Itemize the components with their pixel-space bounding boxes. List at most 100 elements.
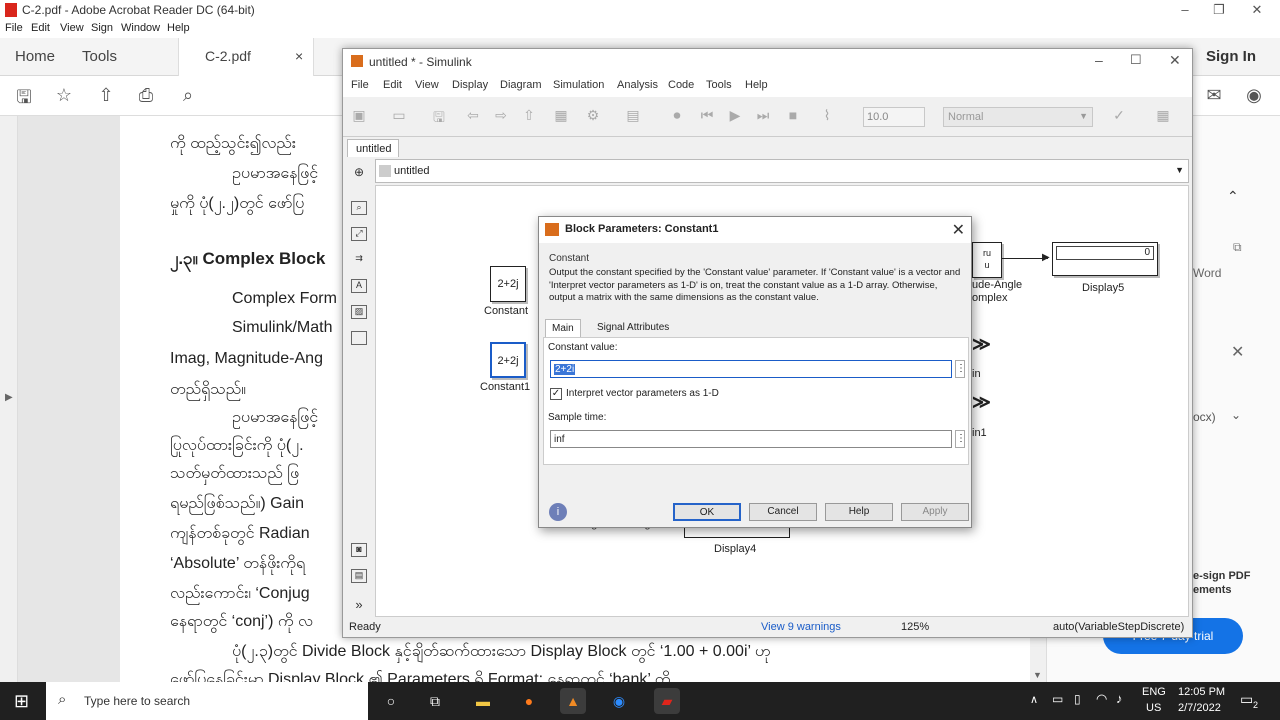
apply-button[interactable]: Apply — [901, 503, 969, 521]
restore-icon[interactable]: ❐ — [1202, 0, 1236, 20]
sim-menu-simulation[interactable]: Simulation — [553, 79, 604, 91]
tab-main[interactable]: Main — [545, 319, 581, 337]
windows-start-icon[interactable]: ⊞ — [14, 691, 29, 712]
area-icon[interactable] — [351, 331, 367, 345]
sim-menu-diagram[interactable]: Diagram — [500, 79, 542, 91]
menu-edit[interactable]: Edit — [31, 22, 50, 34]
solver-status[interactable]: auto(VariableStepDiscrete) — [1053, 621, 1184, 633]
zoom-icon[interactable]: ⌕ — [351, 201, 367, 215]
image-icon[interactable]: ▨ — [351, 305, 367, 319]
menu-view[interactable]: View — [60, 22, 84, 34]
wifi-icon[interactable]: ◠ — [1096, 691, 1107, 707]
volume-icon[interactable]: ♪ — [1116, 691, 1123, 706]
fit-view-icon[interactable]: ⤢ — [351, 227, 367, 241]
sim-menu-view[interactable]: View — [415, 79, 439, 91]
scope-icon[interactable]: ⌇ — [817, 107, 837, 127]
sim-menu-file[interactable]: File — [351, 79, 369, 91]
hide-browser-icon[interactable]: ⊕ — [351, 165, 367, 179]
stop-time-field[interactable]: 10.0 — [863, 107, 925, 127]
tab-document[interactable]: C-2.pdf × — [178, 38, 314, 76]
task-view-icon[interactable]: ⧉ — [422, 688, 448, 714]
menu-file[interactable]: File — [5, 22, 23, 34]
clear-icon[interactable]: ✕ — [1231, 342, 1244, 362]
grid-icon[interactable]: ▦ — [1153, 107, 1173, 127]
acrobat-icon[interactable]: ▰ — [654, 688, 680, 714]
menu-sign[interactable]: Sign — [91, 22, 113, 34]
constant-block[interactable]: 2+2j — [490, 266, 526, 302]
check-icon[interactable]: ✓ — [1109, 107, 1129, 127]
search-icon[interactable]: ⌕ — [176, 85, 200, 107]
minimize-icon[interactable]: – — [1168, 0, 1202, 20]
camera-icon[interactable]: ◙ — [351, 543, 367, 557]
table-icon[interactable]: ▤ — [351, 569, 367, 583]
show-hidden-icons[interactable]: ∧ — [1030, 693, 1038, 706]
print-icon[interactable]: ⎙ — [134, 85, 158, 107]
sign-in-button[interactable]: Sign In — [1206, 48, 1256, 65]
library-icon[interactable]: ▦ — [551, 107, 571, 127]
upload-icon[interactable]: ⇧ — [94, 85, 118, 107]
run-icon[interactable]: ▶ — [725, 107, 745, 127]
zoom-app-icon[interactable]: ◉ — [606, 688, 632, 714]
expand-arrow-icon[interactable]: ▶ — [5, 392, 13, 403]
language-indicator[interactable]: ENG — [1142, 686, 1166, 698]
notifications-icon[interactable]: ▭ — [1240, 691, 1253, 708]
save-icon[interactable]: 🖫 — [429, 107, 449, 127]
region-indicator[interactable]: US — [1146, 702, 1161, 714]
firefox-icon[interactable]: ● — [516, 688, 542, 714]
record-icon[interactable]: ⏺ — [667, 107, 687, 127]
chevron-down-icon[interactable]: ▼ — [1175, 165, 1184, 175]
breadcrumb-model[interactable]: untitled — [394, 165, 429, 177]
format-dropdown[interactable]: ocx) — [1193, 410, 1216, 424]
interpret-1d-checkbox[interactable]: ✓ — [550, 388, 562, 400]
clock-time[interactable]: 12:05 PM — [1178, 686, 1225, 698]
more-options-icon[interactable]: ⋮ — [955, 360, 966, 378]
tab-signal-attributes[interactable]: Signal Attributes — [591, 319, 675, 337]
account-icon[interactable]: ◉ — [1242, 85, 1266, 107]
sim-menu-analysis[interactable]: Analysis — [617, 79, 658, 91]
menu-help[interactable]: Help — [167, 22, 190, 34]
warnings-link[interactable]: View 9 warnings — [761, 621, 841, 633]
step-forward-icon[interactable]: ⏭ — [753, 107, 773, 127]
step-back-icon[interactable]: ⏮ — [697, 107, 717, 127]
ok-button[interactable]: OK — [673, 503, 741, 521]
model-tab[interactable]: untitled — [347, 139, 399, 157]
scroll-down-icon[interactable]: ▼ — [1033, 670, 1042, 680]
constant-value-input[interactable]: 2+2i — [550, 360, 952, 378]
new-model-icon[interactable]: ▣ — [349, 107, 369, 127]
battery-icon[interactable]: ▯ — [1074, 692, 1081, 706]
gear-icon[interactable]: ⚙ — [583, 107, 603, 127]
sim-menu-code[interactable]: Code — [668, 79, 694, 91]
magnitude-angle-block[interactable]: ru u — [972, 242, 1002, 278]
maximize-icon[interactable]: ☐ — [1130, 52, 1142, 68]
help-button[interactable]: Help — [825, 503, 893, 521]
collapse-up-icon[interactable]: ⌃ — [1227, 188, 1239, 205]
matlab-icon[interactable]: ▲ — [560, 688, 586, 714]
save-icon[interactable]: 🖫 — [12, 85, 36, 107]
file-explorer-icon[interactable]: ▬ — [470, 688, 496, 714]
chevron-down-icon[interactable]: ⌄ — [1231, 408, 1241, 422]
model-explorer-icon[interactable]: ▤ — [623, 107, 643, 127]
sim-menu-display[interactable]: Display — [452, 79, 488, 91]
close-icon[interactable]: ✕ — [1169, 52, 1181, 69]
mail-icon[interactable]: ✉ — [1202, 85, 1226, 107]
sample-time-input[interactable]: inf — [550, 430, 952, 448]
sim-menu-help[interactable]: Help — [745, 79, 768, 91]
close-icon[interactable]: ✕ — [952, 220, 965, 240]
minimize-icon[interactable]: – — [1095, 52, 1103, 68]
cortana-icon[interactable]: ○ — [378, 688, 404, 714]
info-icon[interactable]: i — [549, 503, 567, 521]
tab-close-icon[interactable]: × — [295, 48, 303, 64]
network-icon[interactable]: ▭ — [1052, 692, 1063, 706]
cancel-button[interactable]: Cancel — [749, 503, 817, 521]
forward-icon[interactable]: ⇨ — [491, 107, 511, 127]
menu-window[interactable]: Window — [121, 22, 160, 34]
more-options-icon[interactable]: ⋮ — [955, 430, 966, 448]
close-icon[interactable]: ✕ — [1240, 0, 1274, 20]
up-icon[interactable]: ⇧ — [519, 107, 539, 127]
arrow-icon[interactable]: ⇉ — [351, 253, 367, 267]
star-icon[interactable]: ☆ — [52, 85, 76, 107]
simulation-mode-select[interactable]: Normal ▼ — [943, 107, 1093, 127]
taskbar-search[interactable]: ⌕ Type here to search — [46, 682, 368, 720]
back-icon[interactable]: ⇦ — [463, 107, 483, 127]
display5-block[interactable]: 0 — [1052, 242, 1158, 276]
